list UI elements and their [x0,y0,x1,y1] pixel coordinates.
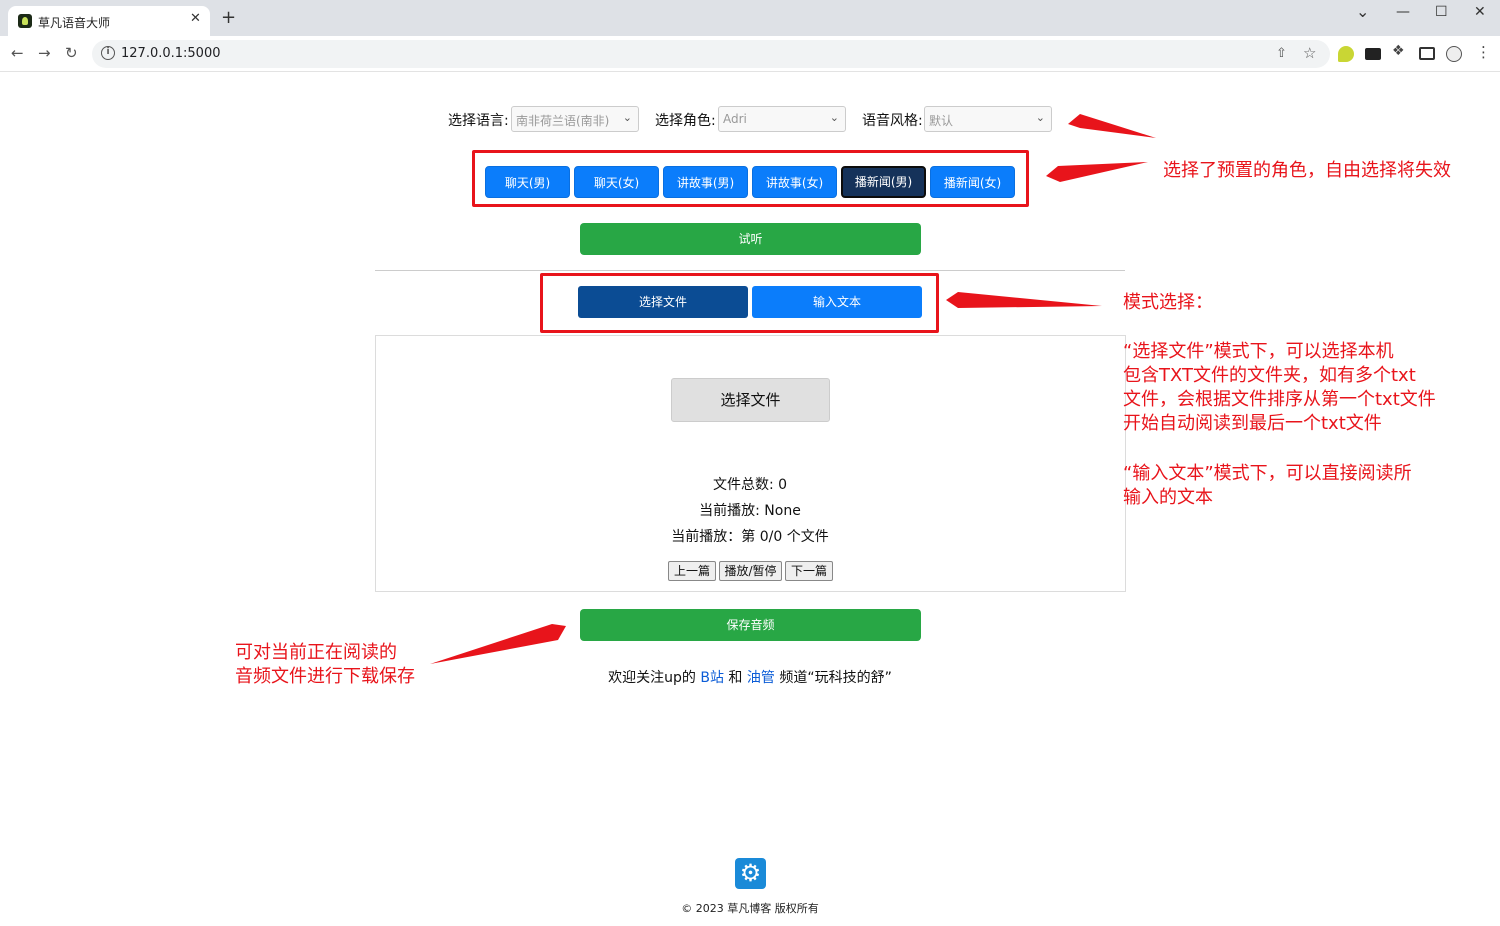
annotation-line: “输入文本”模式下，可以直接阅读所 [1123,463,1412,484]
annotation-presets: 选择了预置的角色，自由选择将失效 [1163,160,1451,181]
arrow-to-modes [946,292,1102,308]
preset-button[interactable]: 播新闻(女) [930,166,1015,198]
follow-note-suffix: 频道“玩科技的舒” [774,670,892,686]
current-playing-text: 当前播放: None [699,503,801,519]
play-pause-button[interactable]: 播放/暂停 [719,561,782,581]
arrow-to-selects [1068,114,1156,138]
follow-note: 欢迎关注up的 B站 和 油管 频道“玩科技的舒” [550,667,950,687]
annotation-mode-title: 模式选择： [1123,292,1213,313]
current-index-text: 当前播放：第 0/0 个文件 [671,529,829,545]
prev-button[interactable]: 上一篇 [668,561,716,581]
annotation-line: 音频文件进行下载保存 [235,666,415,687]
mode-text-button[interactable]: 输入文本 [752,286,922,318]
annotation-save: 可对当前正在阅读的 音频文件进行下载保存 [235,641,415,689]
annotation-line: 包含TXT文件的文件夹，如有多个txt [1123,365,1416,386]
annotation-line: 可对当前正在阅读的 [235,642,397,663]
arrow-to-presets [1046,162,1148,182]
youtube-link[interactable]: 油管 [747,670,775,686]
bilibili-link[interactable]: B站 [700,670,724,686]
mode-file-button[interactable]: 选择文件 [578,286,748,318]
preset-button[interactable]: 播新闻(男) [841,166,926,198]
preset-button[interactable]: 讲故事(女) [752,166,837,198]
preset-button[interactable]: 讲故事(男) [663,166,748,198]
arrow-to-save [430,624,566,664]
annotation-line: 输入的文本 [1123,487,1213,508]
annotation-line: 文件，会根据文件排序从第一个txt文件 [1123,389,1436,410]
choose-file-button[interactable]: 选择文件 [671,378,830,422]
follow-note-prefix: 欢迎关注up的 [608,670,701,686]
annotation-mode-file: “选择文件”模式下，可以选择本机 包含TXT文件的文件夹，如有多个txt 文件，… [1123,340,1436,436]
listen-button[interactable]: 试听 [580,223,921,255]
copyright-text: © 2023 草凡博客 版权所有 [681,902,819,915]
preset-button[interactable]: 聊天(女) [574,166,659,198]
follow-note-and: 和 [723,670,747,686]
annotation-line: 开始自动阅读到最后一个txt文件 [1123,413,1382,434]
save-audio-button[interactable]: 保存音频 [580,609,921,641]
settings-gear-icon[interactable]: ⚙ [735,858,766,889]
annotation-mode-text: “输入文本”模式下，可以直接阅读所 输入的文本 [1123,462,1412,510]
divider [375,270,1125,271]
next-button[interactable]: 下一篇 [785,561,833,581]
preset-button[interactable]: 聊天(男) [485,166,570,198]
annotation-line: “选择文件”模式下，可以选择本机 [1123,341,1394,362]
total-files-text: 文件总数: 0 [712,477,788,493]
file-panel [375,335,1126,592]
